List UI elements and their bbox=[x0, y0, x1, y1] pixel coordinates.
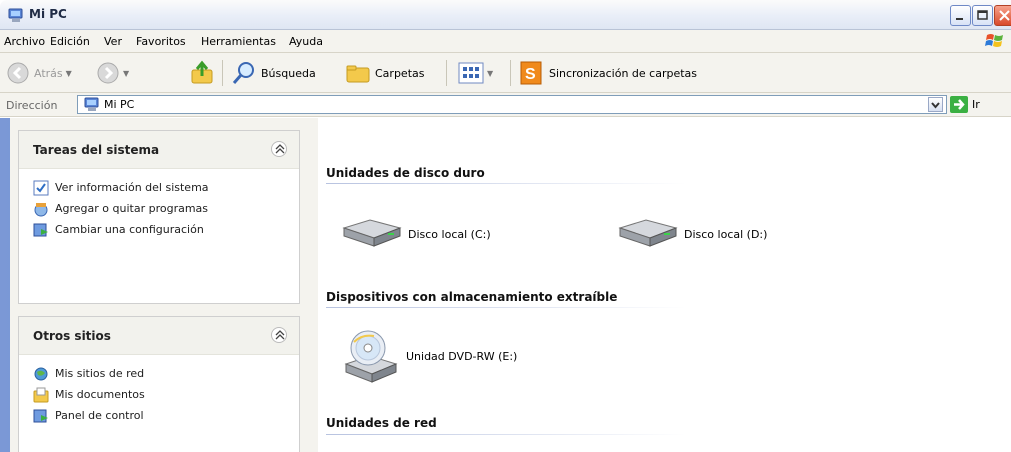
up-folder-button[interactable] bbox=[189, 59, 215, 87]
close-button[interactable] bbox=[994, 5, 1011, 26]
windows-logo-icon bbox=[985, 34, 1003, 47]
place-my-documents[interactable]: Mis documentos bbox=[19, 384, 299, 405]
network-globe-icon bbox=[34, 367, 48, 380]
search-button[interactable]: Búsqueda bbox=[231, 59, 316, 87]
group-divider bbox=[326, 434, 686, 435]
menu-favoritos[interactable]: Favoritos bbox=[136, 35, 186, 48]
drive-d[interactable]: Disco local (D:) bbox=[616, 218, 767, 250]
add-remove-programs-icon bbox=[34, 202, 48, 216]
back-arrow-icon bbox=[7, 62, 29, 84]
drive-label: Unidad DVD-RW (E:) bbox=[406, 349, 518, 363]
folders-icon bbox=[346, 65, 370, 83]
place-label: Mis sitios de red bbox=[55, 367, 145, 380]
toolbar-separator bbox=[446, 60, 447, 86]
task-label: Cambiar una configuración bbox=[55, 223, 204, 236]
group-divider bbox=[326, 307, 686, 308]
toolbar: Atrás ▼ ▼ Búsqueda Carpetas ▼ S Sincroni… bbox=[0, 53, 1011, 93]
drive-label: Disco local (D:) bbox=[684, 227, 768, 241]
up-folder-icon bbox=[191, 60, 213, 84]
toolbar-separator bbox=[510, 60, 511, 86]
place-control-panel[interactable]: Panel de control bbox=[19, 405, 299, 426]
drive-e-dvd[interactable]: Unidad DVD-RW (E:) bbox=[344, 328, 517, 384]
system-tasks-panel: Tareas del sistema Ver información del s… bbox=[18, 130, 300, 304]
minimize-button[interactable] bbox=[950, 5, 971, 26]
collapse-icon[interactable] bbox=[271, 327, 287, 343]
menu-herramientas[interactable]: Herramientas bbox=[201, 35, 276, 48]
task-pane: Tareas del sistema Ver información del s… bbox=[0, 118, 318, 452]
control-panel-icon bbox=[33, 223, 48, 236]
address-dropdown-button[interactable] bbox=[928, 97, 943, 112]
my-computer-icon bbox=[8, 8, 23, 22]
dvd-drive-icon bbox=[344, 330, 398, 383]
hard-drive-icon bbox=[618, 219, 678, 247]
chevron-down-icon[interactable]: ▼ bbox=[66, 69, 72, 78]
address-label: Dirección bbox=[6, 99, 58, 112]
address-input[interactable]: Mi PC bbox=[77, 95, 947, 114]
system-tasks-list: Ver información del sistema Agregar o qu… bbox=[19, 169, 299, 303]
svg-text:S: S bbox=[525, 66, 536, 83]
other-places-list: Mis sitios de red Mis documentos Panel d… bbox=[19, 355, 299, 452]
toolbar-separator bbox=[222, 60, 223, 86]
control-panel-icon bbox=[33, 409, 48, 422]
address-bar: Dirección Mi PC Ir bbox=[0, 93, 1011, 117]
forward-button[interactable]: ▼ bbox=[96, 59, 129, 87]
sync-folders-button[interactable]: S Sincronización de carpetas bbox=[519, 59, 697, 87]
system-info-icon bbox=[33, 180, 49, 195]
search-label: Búsqueda bbox=[261, 66, 316, 80]
drive-c[interactable]: Disco local (C:) bbox=[340, 218, 491, 250]
task-label: Ver información del sistema bbox=[55, 181, 209, 194]
system-tasks-header[interactable]: Tareas del sistema bbox=[19, 131, 299, 169]
menu-archivo[interactable]: Archivo bbox=[4, 35, 45, 48]
views-icon bbox=[458, 62, 484, 84]
back-button[interactable]: Atrás ▼ bbox=[6, 59, 72, 87]
place-my-network[interactable]: Mis sitios de red bbox=[19, 363, 299, 384]
title-bar: Mi PC bbox=[0, 0, 1011, 30]
my-computer-icon bbox=[84, 97, 99, 111]
task-label: Agregar o quitar programas bbox=[55, 202, 209, 215]
system-tasks-title: Tareas del sistema bbox=[33, 143, 160, 157]
group-header-removable: Dispositivos con almacenamiento extraíbl… bbox=[326, 290, 618, 304]
views-button[interactable]: ▼ bbox=[458, 59, 493, 87]
hard-drive-icon bbox=[342, 219, 402, 247]
folders-button[interactable]: Carpetas bbox=[345, 59, 424, 87]
place-label: Mis documentos bbox=[55, 388, 145, 401]
chevron-down-icon[interactable]: ▼ bbox=[487, 69, 493, 78]
back-label: Atrás bbox=[34, 66, 63, 80]
menu-bar: Archivo Edición Ver Favoritos Herramient… bbox=[0, 30, 1011, 53]
task-change-setting[interactable]: Cambiar una configuración bbox=[19, 219, 299, 240]
group-divider bbox=[326, 183, 686, 184]
task-add-remove-programs[interactable]: Agregar o quitar programas bbox=[19, 198, 299, 219]
maximize-button[interactable] bbox=[972, 5, 993, 26]
search-icon bbox=[232, 62, 254, 84]
group-header-hard-drives: Unidades de disco duro bbox=[326, 166, 485, 180]
file-view: Unidades de disco duro Disco local (C:) … bbox=[318, 118, 1011, 452]
go-label[interactable]: Ir bbox=[972, 98, 980, 111]
menu-ayuda[interactable]: Ayuda bbox=[289, 35, 323, 48]
other-places-header[interactable]: Otros sitios bbox=[19, 317, 299, 355]
window-title: Mi PC bbox=[29, 7, 67, 21]
chevron-down-icon[interactable]: ▼ bbox=[123, 69, 129, 78]
folders-label: Carpetas bbox=[375, 66, 425, 80]
group-header-network: Unidades de red bbox=[326, 416, 437, 430]
address-value: Mi PC bbox=[104, 98, 135, 111]
other-places-title: Otros sitios bbox=[33, 329, 111, 343]
place-label: Panel de control bbox=[55, 409, 144, 422]
menu-edicion[interactable]: Edición bbox=[50, 35, 90, 48]
menu-ver[interactable]: Ver bbox=[104, 35, 122, 48]
task-view-system-info[interactable]: Ver información del sistema bbox=[19, 177, 299, 198]
go-arrow-icon[interactable] bbox=[950, 96, 968, 113]
chevron-down-icon bbox=[931, 102, 940, 109]
sync-label: Sincronización de carpetas bbox=[549, 66, 698, 80]
documents-folder-icon bbox=[33, 387, 49, 402]
sync-icon: S bbox=[520, 61, 542, 85]
drive-label: Disco local (C:) bbox=[408, 227, 491, 241]
collapse-icon[interactable] bbox=[271, 141, 287, 157]
other-places-panel: Otros sitios Mis sitios de red Mis docum… bbox=[18, 316, 300, 452]
forward-arrow-icon bbox=[97, 62, 119, 84]
